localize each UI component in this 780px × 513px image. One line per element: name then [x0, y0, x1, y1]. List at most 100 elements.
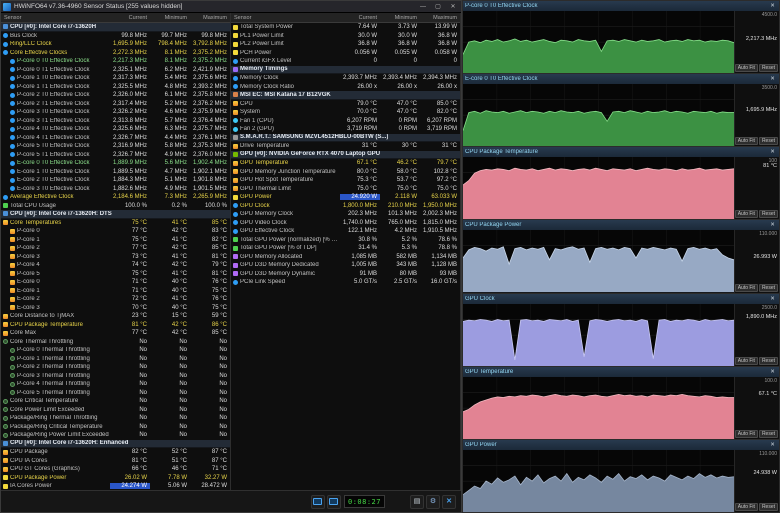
sensor-section-row[interactable]: CPU [#0]: Intel Core i7-13620H: Enhanced — [1, 440, 230, 449]
sensor-row[interactable]: E-core 171 °C40 °C75 °C — [1, 287, 230, 296]
reset-button[interactable]: Reset — [759, 503, 778, 511]
graph-titlebar[interactable]: GPU Temperature✕ — [463, 367, 779, 377]
minimize-button[interactable]: — — [417, 2, 429, 12]
sensor-row[interactable]: P-core 3 Thermal ThrottlingNoNoNo — [1, 372, 230, 381]
close-sensors-button[interactable]: ✕ — [442, 495, 456, 509]
sensor-row[interactable]: Drive Temperature31 °C30 °C31 °C — [231, 142, 460, 151]
sensor-row[interactable]: P-core 1 Thermal ThrottlingNoNoNo — [1, 355, 230, 364]
sensor-row[interactable]: Total System Power7.64 W3.73 W13.99 W — [231, 23, 460, 32]
sensor-row[interactable]: CPU Package Temperature81 °C42 °C86 °C — [1, 321, 230, 330]
sensor-row[interactable]: P-core 4 T1 Effective Clock2,326.7 MHz4.… — [1, 134, 230, 143]
reset-button[interactable]: Reset — [759, 137, 778, 145]
sensor-row[interactable]: P-core 1 T1 Effective Clock2,325.5 MHz4.… — [1, 83, 230, 92]
sensor-row[interactable]: P-core 575 °C41 °C81 °C — [1, 270, 230, 279]
settings-button[interactable]: ⚙ — [426, 495, 440, 509]
sensor-row[interactable]: PCIe Link Speed5.0 GT/s2.5 GT/s16.0 GT/s — [231, 278, 460, 287]
sensor-row[interactable]: System70.0 °C47.0 °C82.0 °C — [231, 108, 460, 117]
sensor-row[interactable]: Core Temperatures75 °C41 °C85 °C — [1, 219, 230, 228]
sensor-row[interactable]: P-core 0 T0 Effective Clock2,217.3 MHz8.… — [1, 57, 230, 66]
sensor-row[interactable]: P-core 4 Thermal ThrottlingNoNoNo — [1, 380, 230, 389]
sensor-row[interactable]: CPU IA Cores81 °C51 °C87 °C — [1, 457, 230, 466]
sensor-row[interactable]: P-core 0 T1 Effective Clock2,325.1 MHz6.… — [1, 66, 230, 75]
sensor-row[interactable]: GPU Clock1,800.0 MHz210.0 MHz1,950.0 MHz — [231, 202, 460, 211]
close-icon[interactable]: ✕ — [768, 3, 777, 9]
sensor-row[interactable]: Ring/LLC Clock1,695.9 MHz798.4 MHz3,792.… — [1, 40, 230, 49]
sensor-row[interactable]: E-core 071 °C40 °C76 °C — [1, 278, 230, 287]
sensor-row[interactable]: CPU Package82 °C52 °C87 °C — [1, 448, 230, 457]
auto-fit-button[interactable]: Auto Fit — [735, 284, 758, 292]
sensor-row[interactable]: GPU D3D Memory Dedicated1,005 MB343 MB1,… — [231, 261, 460, 270]
sensor-section-row[interactable]: S.M.A.R.T.: SAMSUNG MZVL4512HBLU-00BTW (… — [231, 134, 460, 143]
monitor-button-2[interactable] — [327, 495, 341, 509]
sensor-row[interactable]: P-core 3 T0 Effective Clock2,326.2 MHz4.… — [1, 108, 230, 117]
sensor-row[interactable]: GPU Effective Clock122.1 MHz4.2 MHz1,910… — [231, 227, 460, 236]
graph-titlebar[interactable]: CPU Package Temperature✕ — [463, 147, 779, 157]
auto-fit-button[interactable]: Auto Fit — [735, 210, 758, 218]
sensor-row[interactable]: CPU GT Cores (Graphics)66 °C46 °C71 °C — [1, 465, 230, 474]
sensor-row[interactable]: GPU Power24.920 W2.118 W63.033 W — [231, 193, 460, 202]
report-button[interactable]: ▤ — [410, 495, 424, 509]
graph-titlebar[interactable]: CPU Package Power✕ — [463, 220, 779, 230]
sensor-row[interactable]: P-core 5 T1 Effective Clock2,326.7 MHz4.… — [1, 151, 230, 160]
sensor-row[interactable]: GPU Thermal Limit75.0 °C75.0 °C75.0 °C — [231, 185, 460, 194]
close-icon[interactable]: ✕ — [768, 76, 777, 82]
sensor-row[interactable]: Average Effective Clock2,184.6 MHz7.3 MH… — [1, 193, 230, 202]
auto-fit-button[interactable]: Auto Fit — [735, 503, 758, 511]
sensor-row[interactable]: P-core 0 Thermal ThrottlingNoNoNo — [1, 346, 230, 355]
sensor-row[interactable]: Current iGFX Level000 — [231, 57, 460, 66]
sensor-row[interactable]: P-core 3 T1 Effective Clock2,313.8 MHz5.… — [1, 117, 230, 126]
close-icon[interactable]: ✕ — [768, 296, 777, 302]
sensor-row[interactable]: Core Power Limit ExceededNoNoNo — [1, 406, 230, 415]
sensor-row[interactable]: Fan 1 (CPU)6,207 RPM0 RPM6,207 RPM — [231, 117, 460, 126]
graph-titlebar[interactable]: GPU Clock✕ — [463, 294, 779, 304]
sensor-row[interactable]: P-core 2 Thermal ThrottlingNoNoNo — [1, 363, 230, 372]
sensor-row[interactable]: GPU Memory Clock202.3 MHz101.3 MHz2,002.… — [231, 210, 460, 219]
sensor-row[interactable]: PL2 Power Limit36.8 W36.8 W36.8 W — [231, 40, 460, 49]
sensor-row[interactable]: PL1 Power Limit30.0 W30.0 W36.8 W — [231, 32, 460, 41]
sensor-row[interactable]: PCH Power0.056 W0.055 W0.058 W — [231, 49, 460, 58]
close-icon[interactable]: ✕ — [768, 222, 777, 228]
sensor-row[interactable]: E-core 370 °C40 °C75 °C — [1, 304, 230, 313]
sensor-row[interactable]: P-core 175 °C41 °C82 °C — [1, 236, 230, 245]
close-icon[interactable]: ✕ — [768, 149, 777, 155]
sensor-row[interactable]: GPU D3D Memory Dynamic91 MB80 MB93 MB — [231, 270, 460, 279]
sensor-row[interactable]: Package/Ring Critical TemperatureNoNoNo — [1, 423, 230, 432]
auto-fit-button[interactable]: Auto Fit — [735, 357, 758, 365]
sensor-section-row[interactable]: CPU [#0]: Intel Core i7-13620H — [1, 23, 230, 32]
sensor-row[interactable]: P-core 1 T0 Effective Clock2,317.3 MHz5.… — [1, 74, 230, 83]
reset-button[interactable]: Reset — [759, 430, 778, 438]
sensor-row[interactable]: GPU Video Clock1,740.0 MHz765.0 MHz1,815… — [231, 219, 460, 228]
sensor-row[interactable]: Core Effective Clocks2,272.3 MHz8.1 MHz2… — [1, 49, 230, 58]
auto-fit-button[interactable]: Auto Fit — [735, 64, 758, 72]
sensor-row[interactable]: P-core 474 °C42 °C79 °C — [1, 261, 230, 270]
sensor-section-row[interactable]: GPU [#0]: NVIDIA GeForce RTX 4070 Laptop… — [231, 151, 460, 160]
sensor-row[interactable]: P-core 277 °C42 °C85 °C — [1, 244, 230, 253]
close-icon[interactable]: ✕ — [768, 369, 777, 375]
sensor-row[interactable]: GPU Memory Junction Temperature80.0 °C58… — [231, 168, 460, 177]
sensor-row[interactable]: Memory Clock2,393.7 MHz2,393.4 MHz2,394.… — [231, 74, 460, 83]
sensor-row[interactable]: CPU79.0 °C47.0 °C85.0 °C — [231, 100, 460, 109]
sensor-row[interactable]: P-core 5 Thermal ThrottlingNoNoNo — [1, 389, 230, 398]
reset-button[interactable]: Reset — [759, 64, 778, 72]
auto-fit-button[interactable]: Auto Fit — [735, 430, 758, 438]
sensor-row[interactable]: Total GPU Power (normalized) [% of TDP]3… — [231, 236, 460, 245]
maximize-button[interactable]: ▢ — [432, 2, 444, 12]
sensor-row[interactable]: E-core 1 T0 Effective Clock1,889.5 MHz4.… — [1, 168, 230, 177]
sensor-row[interactable]: E-core 272 °C41 °C76 °C — [1, 295, 230, 304]
close-icon[interactable]: ✕ — [768, 442, 777, 448]
sensor-row[interactable]: P-core 373 °C41 °C81 °C — [1, 253, 230, 262]
sensor-row[interactable]: GPU Memory Allocated1,085 MB582 MB1,134 … — [231, 253, 460, 262]
sensor-row[interactable]: P-core 2 T1 Effective Clock2,317.4 MHz5.… — [1, 100, 230, 109]
sensor-row[interactable]: Total GPU Power [% of TDP]31.4 %5.3 %78.… — [231, 244, 460, 253]
sensor-row[interactable]: Core Critical TemperatureNoNoNo — [1, 397, 230, 406]
graph-titlebar[interactable]: P-core 0 T0 Effective Clock✕ — [463, 1, 779, 11]
sensor-row[interactable]: Total CPU Usage100.0 %0.2 %100.0 % — [1, 202, 230, 211]
sensor-section-row[interactable]: MSI EC: MSI Katana 17 B12VGK — [231, 91, 460, 100]
sensor-row[interactable]: E-core 2 T0 Effective Clock1,884.3 MHz5.… — [1, 176, 230, 185]
reset-button[interactable]: Reset — [759, 357, 778, 365]
sensor-row[interactable]: CPU Package Power26.02 W7.78 W32.27 W — [1, 474, 230, 483]
graph-titlebar[interactable]: E-core 0 T0 Effective Clock✕ — [463, 74, 779, 84]
sensor-section-row[interactable]: CPU [#0]: Intel Core i7-13620H: DTS — [1, 210, 230, 219]
sensor-row[interactable]: Core Thermal ThrottlingNoNoNo — [1, 338, 230, 347]
auto-fit-button[interactable]: Auto Fit — [735, 137, 758, 145]
